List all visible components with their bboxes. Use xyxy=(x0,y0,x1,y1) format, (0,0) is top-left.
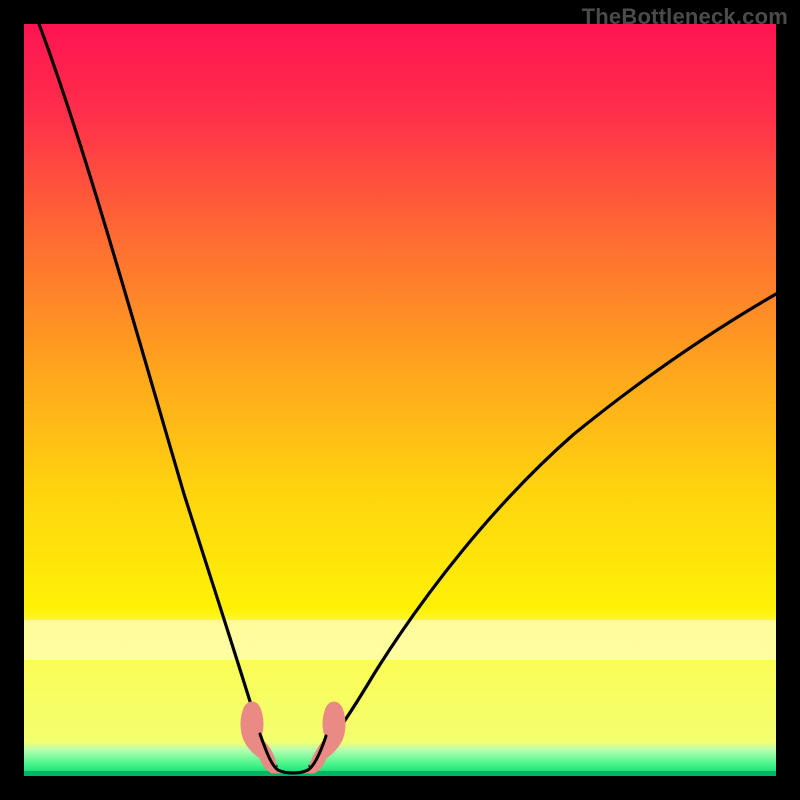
chart-plot-area xyxy=(24,24,776,776)
chart-frame: TheBottleneck.com xyxy=(0,0,800,800)
watermark-text: TheBottleneck.com xyxy=(582,4,788,30)
chart-background xyxy=(24,24,776,776)
chart-svg xyxy=(24,24,776,776)
chart-pale-band xyxy=(24,620,776,660)
chart-baseline xyxy=(24,771,776,776)
